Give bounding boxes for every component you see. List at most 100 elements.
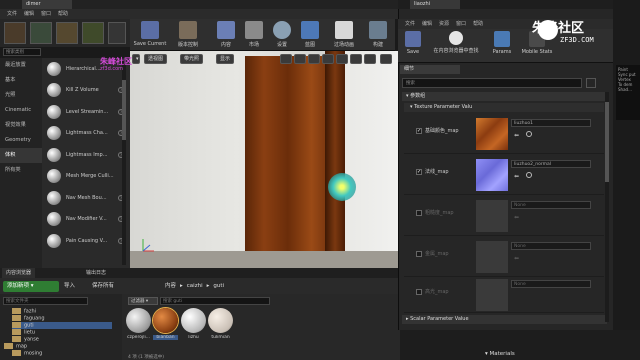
texture-asset-dropdown[interactable]: liuzhuo1 [511, 119, 591, 127]
tree-item[interactable]: yanse [12, 336, 39, 343]
menu-edit[interactable]: 编辑 [24, 9, 34, 19]
texture-asset-dropdown[interactable]: None [511, 201, 591, 209]
menu-file[interactable]: 文件 [7, 9, 17, 19]
browse-magnifier-icon[interactable] [526, 131, 532, 137]
asset-tile[interactable]: lizhu [181, 308, 206, 340]
breadcrumb-item[interactable]: guti [213, 281, 224, 292]
filter-button[interactable]: 过滤器 ▾ [128, 297, 158, 305]
details-search-input[interactable]: 搜索 [402, 78, 582, 88]
parameter-groups-header[interactable]: ▾ 参数组 [402, 92, 607, 101]
category-visual-effects[interactable]: 视觉效果 [0, 118, 42, 133]
params-button[interactable]: Params [490, 31, 514, 55]
tree-item[interactable]: lietu [12, 329, 35, 336]
category-lights[interactable]: 光照 [0, 88, 42, 103]
category-all-classes[interactable]: 所有类 [0, 163, 42, 178]
param-override-checkbox[interactable] [416, 210, 422, 216]
asset-tile[interactable]: tulimian [208, 308, 233, 340]
view-options-icon[interactable] [586, 78, 596, 88]
class-item[interactable]: Nav Mesh Bou...? [42, 187, 130, 209]
param-override-checkbox[interactable] [416, 251, 422, 257]
class-item[interactable]: Level Streamin...? [42, 101, 130, 123]
texture-thumbnail[interactable] [476, 159, 508, 191]
use-selected-arrow-icon[interactable]: ⬅ [514, 132, 519, 139]
tree-item[interactable]: mosing [12, 350, 42, 357]
save-current-button[interactable]: Save Current [132, 21, 168, 49]
mi-menu-asset[interactable]: 资源 [439, 19, 449, 29]
geometry-mode-icon[interactable] [108, 22, 126, 44]
foliage-mode-icon[interactable] [82, 22, 104, 44]
lit-mode-button[interactable]: 带光照 [180, 54, 204, 64]
class-item[interactable]: Mesh Merge Culli... [42, 166, 130, 188]
category-basic[interactable]: 基本 [0, 73, 42, 88]
category-geometry[interactable]: Geometry [0, 133, 42, 148]
editor-tab[interactable]: dimer [22, 0, 72, 9]
mi-menu-file[interactable]: 文件 [405, 19, 415, 29]
browse-magnifier-icon[interactable] [526, 172, 532, 178]
details-scrollbar[interactable] [605, 92, 609, 322]
breadcrumb-item[interactable]: caizhi [187, 281, 203, 292]
asset-tile-selected[interactable]: bianban [153, 308, 178, 340]
use-selected-arrow-icon[interactable]: ⬅ [514, 173, 519, 180]
scale-icon[interactable] [308, 54, 320, 64]
mi-menu-help[interactable]: 帮助 [473, 19, 483, 29]
light-gizmo[interactable] [328, 173, 356, 201]
class-item[interactable]: Nav Modifier V...? [42, 209, 130, 231]
tab-output-log[interactable]: 输出日志 [82, 268, 110, 278]
place-mode-icon[interactable] [4, 22, 26, 44]
texture-thumbnail[interactable] [476, 118, 508, 150]
class-item[interactable]: Lightmass Imp...? [42, 144, 130, 166]
texture-thumbnail-empty[interactable] [476, 241, 508, 273]
category-volumes[interactable]: 体积 [0, 148, 42, 163]
rotate-icon[interactable] [294, 54, 306, 64]
class-search-input[interactable]: 搜索类别 [3, 48, 41, 56]
asset-search-input[interactable]: 搜索 guti [160, 297, 270, 305]
mi-menu-window[interactable]: 窗口 [456, 19, 466, 29]
texture-thumbnail-empty[interactable] [476, 200, 508, 232]
blueprints-button[interactable]: 蓝图 [292, 21, 328, 49]
texture-thumbnail-empty[interactable] [476, 279, 508, 311]
texture-asset-dropdown[interactable]: None [511, 242, 591, 250]
texture-params-header[interactable]: ▾ Texture Parameter Valu [404, 103, 604, 112]
texture-asset-dropdown[interactable]: None [511, 280, 591, 288]
tree-item[interactable]: fazhi [12, 308, 36, 315]
camera-speed-icon[interactable] [380, 54, 392, 64]
class-item[interactable]: Kill Z Volume? [42, 80, 130, 102]
breadcrumb-item[interactable]: 内容 [165, 281, 176, 292]
show-button[interactable]: 显示 [216, 54, 235, 64]
folder-search-input[interactable]: 搜索文件夹 [3, 297, 88, 305]
category-cinematic[interactable]: Cinematic [0, 103, 42, 118]
paint-mode-icon[interactable] [30, 22, 52, 44]
class-list-scrollbar[interactable] [122, 60, 126, 265]
asset-tile[interactable]: czperojli... [126, 308, 151, 340]
snap-rotation-icon[interactable] [350, 54, 362, 64]
materials-section-header[interactable]: ▾ Materials [485, 351, 515, 357]
tree-item[interactable]: faguang [12, 315, 45, 322]
level-viewport[interactable]: ▾ 透视图 带光照 显示 [130, 51, 398, 268]
class-item[interactable]: Lightmass Cha...? [42, 123, 130, 145]
class-item[interactable]: Pain Causing V...? [42, 230, 130, 252]
menu-window[interactable]: 窗口 [41, 9, 51, 19]
cinematics-button[interactable]: 过场动画 [326, 21, 362, 49]
tree-item[interactable]: map [4, 343, 27, 350]
import-button[interactable]: 导入 [64, 281, 88, 292]
param-override-checkbox[interactable]: ✓ [416, 169, 422, 175]
perspective-button[interactable]: 透视图 [144, 54, 168, 64]
source-control-button[interactable]: 版本控制 [170, 21, 206, 49]
landscape-mode-icon[interactable] [56, 22, 78, 44]
mi-editor-tab[interactable]: liaozhi [410, 0, 460, 9]
param-override-checkbox[interactable] [416, 289, 422, 295]
category-recent[interactable]: 最近放置 [0, 58, 42, 73]
add-new-button[interactable]: 添加新项 ▾ [3, 281, 59, 292]
save-all-button[interactable]: 保存所有 [92, 281, 142, 292]
mi-save-button[interactable]: Save [402, 31, 424, 55]
tree-item-selected[interactable]: guti [12, 322, 112, 329]
snap-grid-icon[interactable] [336, 54, 348, 64]
texture-asset-dropdown[interactable]: liuzhuo2_normal [511, 160, 591, 168]
tab-content-browser[interactable]: 内容浏览器 [2, 268, 36, 278]
build-button[interactable]: 构建 [364, 21, 392, 49]
translate-icon[interactable] [280, 54, 292, 64]
menu-help[interactable]: 帮助 [58, 9, 68, 19]
find-in-content-browser-button[interactable]: 在内容浏览器中查找 [426, 31, 486, 54]
mi-menu-edit[interactable]: 编辑 [422, 19, 432, 29]
world-local-icon[interactable] [322, 54, 334, 64]
